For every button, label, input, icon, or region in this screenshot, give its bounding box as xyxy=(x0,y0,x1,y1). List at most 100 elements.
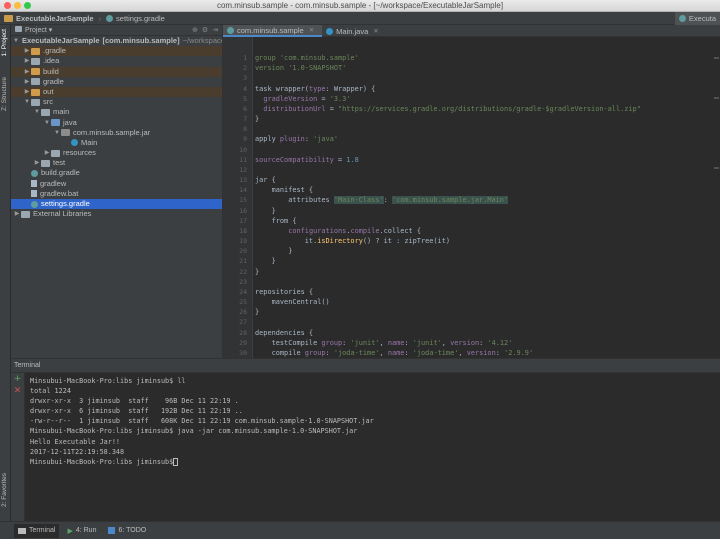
code-token: '4.12' xyxy=(487,338,513,347)
chevron-down-icon[interactable]: ▼ xyxy=(33,107,41,117)
code-token: from { xyxy=(255,216,297,225)
tree-node[interactable]: ▶ .idea xyxy=(11,56,222,66)
terminal-line-text: drwxr-xr-x 3 jiminsub staff 96B Dec 11 2… xyxy=(30,397,239,406)
close-window-button[interactable] xyxy=(4,2,11,9)
chevron-down-icon[interactable]: ▼ xyxy=(13,36,19,46)
close-session-icon[interactable]: ✕ xyxy=(11,385,24,397)
tree-node[interactable]: ▼ com.minsub.sample.jar xyxy=(11,128,222,138)
tree-node-label: main xyxy=(53,107,70,117)
code-token: } xyxy=(255,257,276,266)
code-token: dependencies { xyxy=(255,328,314,337)
tree-node[interactable]: build.gradle xyxy=(11,168,222,178)
tree-node[interactable]: Main xyxy=(11,138,222,148)
tree-node[interactable]: ▼ ExecutableJarSample [com.minsub.sample] ~… xyxy=(11,36,225,46)
tree-node[interactable]: settings.gradle xyxy=(11,199,222,210)
tree-node[interactable]: ▶ External Libraries xyxy=(11,209,222,219)
minimize-window-button[interactable] xyxy=(14,2,21,9)
scroll-from-source-icon[interactable]: ⊕ xyxy=(192,26,198,34)
file-icon xyxy=(31,180,37,188)
run-config-selector[interactable]: Executa xyxy=(674,12,720,25)
chevron-right-icon[interactable]: ▶ xyxy=(23,46,31,56)
breadcrumb-file[interactable]: settings.gradle xyxy=(102,12,169,25)
code-token: compile xyxy=(350,226,380,235)
gear-icon[interactable]: ⚙ xyxy=(202,26,208,34)
editor-scrollbar[interactable] xyxy=(712,37,720,358)
chevron-right-icon[interactable]: ▶ xyxy=(23,56,31,66)
chevron-right-icon[interactable]: ▶ xyxy=(23,77,31,87)
tree-node-label: ExecutableJarSample xyxy=(21,36,100,45)
package-icon xyxy=(61,129,70,137)
new-session-icon[interactable]: + xyxy=(11,373,24,385)
project-panel-controls: ⊕ ⚙ ⇥ xyxy=(192,26,222,34)
close-icon[interactable]: ✕ xyxy=(309,26,314,34)
breadcrumb-project[interactable]: ExecutableJarSample xyxy=(0,12,98,25)
project-tool-tab[interactable]: 1: Project xyxy=(1,29,8,56)
code-token: jar { xyxy=(255,176,276,185)
tree-node[interactable]: gradlew xyxy=(11,179,222,189)
tree-node[interactable]: ▶ gradle xyxy=(11,77,222,87)
favorites-tool-tab[interactable]: 2: Favorites xyxy=(1,473,8,507)
terminal-icon xyxy=(18,527,26,534)
tree-node[interactable]: ▼ src xyxy=(11,97,222,107)
excluded-folder-icon xyxy=(31,88,40,96)
terminal-tool-tab[interactable]: Terminal xyxy=(14,523,60,538)
tree-node[interactable]: ▶ out xyxy=(11,86,222,98)
tree-node[interactable]: ▼ main xyxy=(11,107,222,117)
code-token: name xyxy=(387,338,405,347)
chevron-right-icon[interactable]: ▶ xyxy=(23,87,31,97)
zoom-window-button[interactable] xyxy=(24,2,31,9)
tree-node[interactable]: gradlew.bat xyxy=(11,189,222,199)
hide-panel-icon[interactable]: ⇥ xyxy=(212,26,218,34)
folder-icon xyxy=(41,159,50,167)
chevron-right-icon[interactable]: ▶ xyxy=(33,158,41,168)
window-controls xyxy=(4,2,31,9)
tree-node-label: settings.gradle xyxy=(41,199,90,208)
tree-node-label: com.minsub.sample.jar xyxy=(73,127,151,137)
project-view-selector[interactable]: Project ▾ xyxy=(15,26,52,34)
terminal-output[interactable]: Minsubui-MacBook-Pro:libs jiminsub$ ll to… xyxy=(30,376,374,467)
chevron-down-icon[interactable]: ▼ xyxy=(23,97,31,107)
terminal-line: Minsubui-MacBook-Pro:libs jiminsub$ ll xyxy=(30,376,374,386)
source-folder-icon xyxy=(51,119,60,127)
code-token: it. xyxy=(255,237,318,246)
chevron-right-icon[interactable]: ▶ xyxy=(43,148,51,158)
code-token: attributes xyxy=(255,196,334,205)
tab-build-gradle[interactable]: com.minsub.sample ✕ xyxy=(223,25,323,37)
chevron-down-icon[interactable]: ▼ xyxy=(43,118,51,128)
code-token: gradleVersion xyxy=(263,94,318,103)
code-editor[interactable]: group 'com.minsub.sample' version '1.0-SN… xyxy=(255,53,720,379)
folder-icon xyxy=(21,210,30,218)
code-line: it.isDirectory() ? it : zipTree(it) xyxy=(255,236,720,246)
chevron-down-icon[interactable]: ▼ xyxy=(53,128,61,138)
terminal-toolbar: + ✕ xyxy=(11,373,25,522)
code-token: = xyxy=(333,155,347,164)
todo-tool-tab[interactable]: 6: TODO xyxy=(104,524,150,538)
code-token: } xyxy=(255,247,293,256)
close-icon[interactable]: ✕ xyxy=(373,27,378,35)
folder-icon xyxy=(31,98,40,106)
code-token: version '1.0-SNAPSHOT' xyxy=(255,64,347,73)
tree-node[interactable]: ▶ build xyxy=(11,66,222,77)
code-line: attributes 'Main-Class': 'com.minsub.sam… xyxy=(255,195,720,205)
chevron-right-icon[interactable]: ▶ xyxy=(13,209,21,219)
tree-node[interactable]: ▶ .gradle xyxy=(11,46,222,57)
run-tool-tab[interactable]: ▶ 4: Run xyxy=(63,524,100,538)
gradle-icon xyxy=(31,170,38,178)
code-token: task wrapper( xyxy=(255,84,309,93)
structure-tool-tab[interactable]: Z: Structure xyxy=(1,77,8,111)
tree-node[interactable]: ▶ resources xyxy=(11,148,222,158)
code-token: sourceCompatibility xyxy=(255,155,334,164)
tree-node[interactable]: ▼ java xyxy=(11,118,222,128)
tree-node-label: build.gradle xyxy=(41,168,80,178)
tree-node[interactable]: ▶ test xyxy=(11,158,222,168)
todo-icon xyxy=(108,527,116,534)
code-token: distributionUrl xyxy=(263,104,326,113)
line-number: 30 xyxy=(239,348,247,357)
tab-main-java[interactable]: Main.java ✕ xyxy=(322,25,387,37)
code-line: mavenCentral() xyxy=(255,297,720,307)
code-line: compile group: 'joda-time', name: 'joda-… xyxy=(255,348,720,358)
chevron-right-icon[interactable]: ▶ xyxy=(23,67,31,77)
